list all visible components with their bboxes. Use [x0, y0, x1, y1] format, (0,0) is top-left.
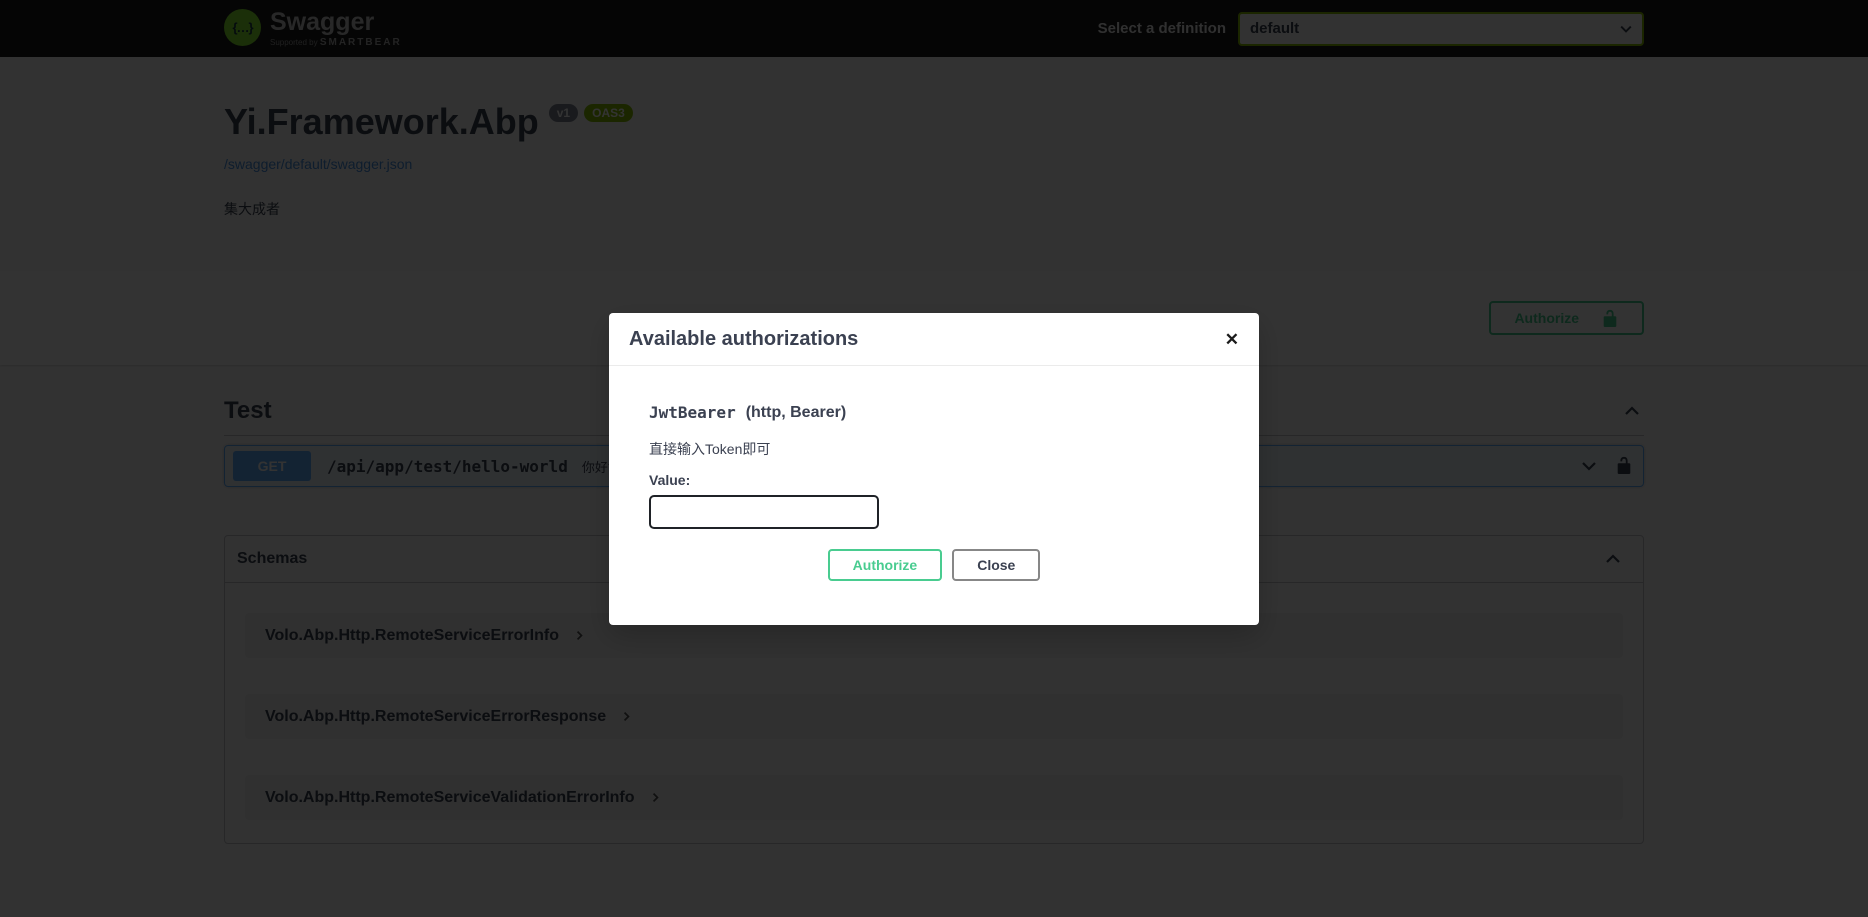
modal-authorize-button[interactable]: Authorize — [828, 549, 943, 581]
modal-title: Available authorizations — [629, 328, 858, 351]
auth-scheme-type: (http, Bearer) — [746, 404, 846, 422]
modal-close-button[interactable]: ✕ — [1225, 331, 1239, 348]
auth-scheme-description: 直接输入Token即可 — [649, 439, 1219, 459]
authorizations-modal: Available authorizations ✕ JwtBearer (ht… — [609, 313, 1259, 625]
auth-scheme-name: JwtBearer — [649, 403, 736, 422]
value-label: Value: — [649, 472, 1219, 488]
close-icon: ✕ — [1225, 330, 1239, 349]
token-value-input[interactable] — [649, 495, 879, 529]
modal-close-action-button[interactable]: Close — [952, 549, 1040, 581]
